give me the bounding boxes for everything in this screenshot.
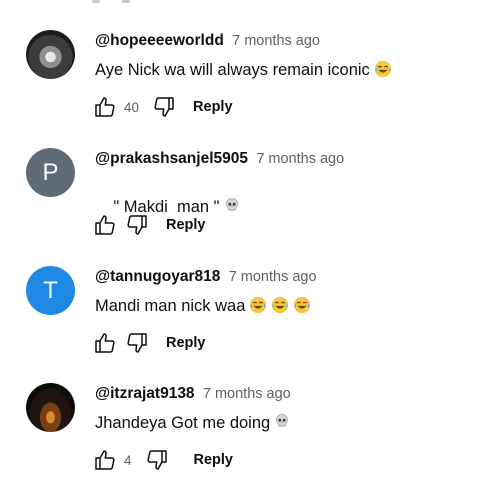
thumbs-down-icon [127, 215, 147, 235]
like-count: 40 [124, 99, 140, 115]
comment-header: @tannugoyar818 7 months ago [95, 268, 317, 286]
author-handle[interactable]: @itzrajat9138 [95, 385, 195, 402]
thumbs-down-icon [127, 333, 147, 353]
dislike-button[interactable] [124, 212, 150, 238]
thumbs-down-icon [154, 97, 174, 117]
reply-button[interactable]: Reply [166, 217, 206, 233]
avatar[interactable] [26, 30, 75, 79]
avatar-letter: T [43, 276, 58, 304]
skull-icon [274, 413, 292, 431]
previous-comment-actions-fragment [92, 0, 130, 6]
comment-timestamp[interactable]: 7 months ago [229, 269, 317, 285]
face-with-tears-of-joy-icon [271, 296, 289, 314]
reply-button[interactable]: Reply [194, 452, 234, 468]
comment-timestamp[interactable]: 7 months ago [203, 386, 291, 402]
thumbs-up-icon [95, 215, 115, 235]
like-count: 4 [124, 452, 132, 468]
dislike-button[interactable] [124, 330, 150, 356]
comment-text: Jhandeya Got me doing [95, 413, 292, 433]
thumbs-up-icon [95, 333, 115, 353]
thumbs-up-icon [95, 97, 115, 117]
comment-text: Aye Nick wa will always remain iconic [95, 60, 392, 80]
comment-timestamp[interactable]: 7 months ago [256, 151, 344, 167]
reply-button[interactable]: Reply [193, 99, 233, 115]
thumbs-up-icon [95, 450, 115, 470]
comment-text-content: Aye Nick wa will always remain iconic [95, 61, 370, 79]
like-button[interactable] [92, 447, 118, 473]
skull-icon [224, 197, 242, 215]
like-button[interactable] [92, 330, 118, 356]
comment-header: @prakashsanjel5905 7 months ago [95, 150, 344, 168]
like-button[interactable] [92, 94, 118, 120]
comment-text-content: Jhandeya Got me doing [95, 414, 271, 432]
avatar[interactable] [26, 383, 75, 432]
author-handle[interactable]: @prakashsanjel5905 [95, 150, 248, 167]
avatar[interactable]: P [26, 148, 75, 197]
comment-header: @itzrajat9138 7 months ago [95, 385, 291, 403]
like-button[interactable] [92, 212, 118, 238]
face-with-tears-of-joy-icon [293, 296, 311, 314]
face-with-tears-of-joy-icon [249, 296, 267, 314]
author-handle[interactable]: @tannugoyar818 [95, 268, 220, 285]
comment-actions: 4 Reply [92, 447, 233, 473]
dislike-button[interactable] [144, 447, 170, 473]
avatar[interactable]: T [26, 266, 75, 315]
reply-button[interactable]: Reply [166, 335, 206, 351]
author-handle[interactable]: @hopeeeeworldd [95, 32, 224, 49]
comment-actions: Reply [92, 212, 206, 238]
face-with-tears-of-joy-icon [374, 60, 392, 78]
thumbs-down-icon [146, 450, 167, 470]
comment-actions: 40 Reply [92, 94, 233, 120]
comment-text-content: Mandi man nick waa [95, 297, 246, 315]
comment-actions: Reply [92, 330, 206, 356]
comment-header: @hopeeeeworldd 7 months ago [95, 32, 320, 50]
comment-text: Mandi man nick waa [95, 296, 311, 316]
comment-timestamp[interactable]: 7 months ago [232, 33, 320, 49]
dislike-button[interactable] [151, 94, 177, 120]
avatar-letter: P [42, 158, 59, 186]
